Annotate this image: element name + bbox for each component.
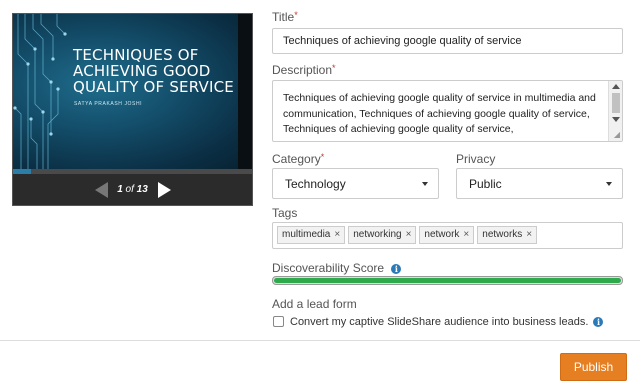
description-textarea[interactable]: Techniques of achieving google quality o… [272, 80, 623, 142]
title-label: Title* [272, 10, 298, 24]
required-marker: * [294, 10, 298, 20]
tags-label: Tags [272, 206, 298, 220]
slide-title-text: Techniques of Achieving Good Quality of … [73, 46, 234, 96]
discoverability-score-label: Discoverability Score i [272, 261, 402, 275]
info-icon[interactable]: i [391, 263, 402, 274]
scroll-up-icon[interactable] [612, 84, 620, 89]
slide-progress-fill [13, 169, 32, 174]
info-icon[interactable]: i [593, 317, 604, 328]
slide-progress-bar [13, 169, 252, 174]
lead-form-checkbox-text: Convert my captive SlideShare audience i… [290, 316, 589, 328]
category-label: Category* [272, 152, 324, 166]
slide-navigation: 1 of 13 [13, 176, 252, 204]
privacy-select[interactable]: Public [456, 168, 623, 199]
tag-label: network [424, 229, 460, 240]
slide-preview[interactable]: Techniques of Achieving Good Quality of … [12, 13, 253, 206]
scroll-down-icon[interactable] [612, 117, 620, 122]
tag-label: networks [482, 229, 523, 240]
publish-button[interactable]: Publish [560, 353, 627, 381]
tag-label: multimedia [282, 229, 331, 240]
remove-tag-icon[interactable]: × [463, 229, 469, 240]
description-label-text: Description [272, 63, 333, 77]
tags-input[interactable]: multimedia × networking × network × networks × [272, 222, 623, 249]
description-label: Description* [272, 63, 336, 77]
title-label-text: Title [272, 10, 295, 24]
lead-form-label: Add a lead form [272, 297, 357, 311]
current-page: 1 [117, 184, 123, 195]
chevron-down-icon [422, 182, 428, 186]
next-slide-icon[interactable] [158, 182, 171, 198]
footer-divider [0, 340, 640, 341]
tag-chip: multimedia × [277, 226, 346, 244]
category-label-text: Category [272, 152, 321, 166]
required-marker: * [320, 152, 325, 162]
discoverability-score-bar [272, 276, 623, 285]
total-pages: 13 [136, 184, 148, 195]
privacy-label: Privacy [456, 152, 496, 166]
chevron-down-icon [606, 182, 612, 186]
lead-form-checkbox[interactable] [273, 316, 284, 327]
remove-tag-icon[interactable]: × [334, 229, 340, 240]
tag-label: networking [353, 229, 402, 240]
lead-form-checkbox-label[interactable]: Convert my captive SlideShare audience i… [290, 316, 604, 328]
remove-tag-icon[interactable]: × [526, 229, 532, 240]
slide-counter: 1 of 13 [13, 184, 252, 195]
tag-chip: networking × [348, 226, 417, 244]
tag-chip: networks × [477, 226, 538, 244]
title-input[interactable]: Techniques of achieving google quality o… [272, 28, 623, 54]
resize-handle-icon[interactable]: ◢ [614, 131, 620, 139]
slide-author-text: Satya Prakash Joshi [74, 101, 143, 107]
privacy-value: Public [469, 177, 502, 191]
required-marker: * [332, 63, 336, 73]
category-value: Technology [285, 177, 346, 191]
score-fill [274, 278, 621, 283]
slide-thumbnail: Techniques of Achieving Good Quality of … [13, 14, 252, 169]
tag-chip: network × [419, 226, 475, 244]
description-text: Techniques of achieving google quality o… [283, 92, 596, 135]
score-label-text: Discoverability Score [272, 261, 385, 275]
category-select[interactable]: Technology [272, 168, 439, 199]
remove-tag-icon[interactable]: × [406, 229, 412, 240]
scroll-thumb[interactable] [612, 93, 620, 113]
page-of-word: of [125, 184, 134, 195]
